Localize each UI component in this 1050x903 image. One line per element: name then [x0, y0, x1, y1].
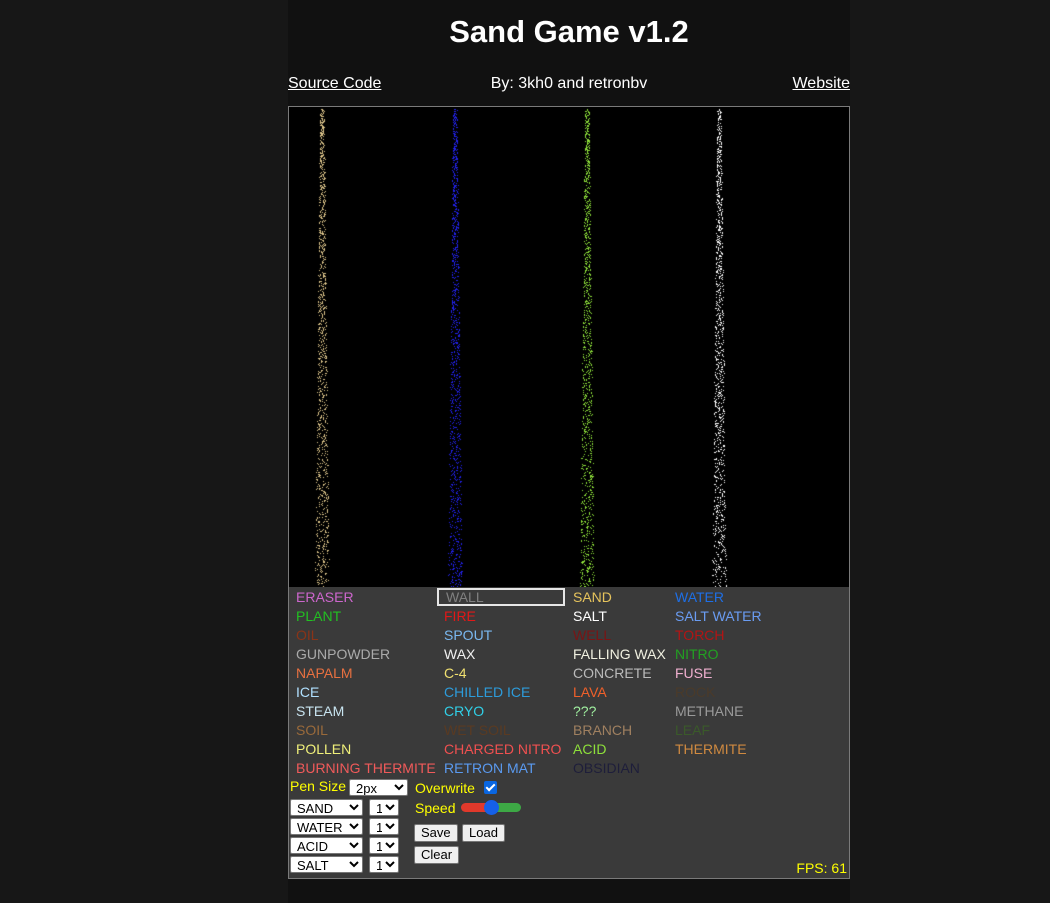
element-torch[interactable]: TORCH — [668, 626, 778, 644]
overwrite-label: Overwrite — [415, 780, 475, 796]
element-acid[interactable]: ACID — [566, 740, 666, 758]
element-steam[interactable]: STEAM — [289, 702, 435, 720]
element-wax[interactable]: WAX — [437, 645, 565, 663]
element-sand[interactable]: SAND — [566, 588, 666, 606]
spawner-count-select[interactable]: 1 — [369, 837, 399, 854]
element-fire[interactable]: FIRE — [437, 607, 565, 625]
element-concrete[interactable]: CONCRETE — [566, 664, 666, 682]
element-water[interactable]: WATER — [668, 588, 778, 606]
element-obsidian[interactable]: OBSIDIAN — [566, 759, 666, 777]
control-panel: ERASER WALL SAND WATER PLANT FIRE SALT SALT WAT… — [288, 587, 850, 879]
element-salt[interactable]: SALT — [566, 607, 666, 625]
element-retron-mat[interactable]: RETRON MAT — [437, 759, 565, 777]
element-oil[interactable]: OIL — [289, 626, 435, 644]
element-pollen[interactable]: POLLEN — [289, 740, 435, 758]
element-falling-wax[interactable]: FALLING WAX — [566, 645, 666, 663]
spawner-material-select[interactable]: ACID — [290, 837, 363, 854]
element-cryo[interactable]: CRYO — [437, 702, 565, 720]
speed-slider-thumb[interactable] — [484, 800, 499, 815]
spawner-count-select[interactable]: 1 — [369, 799, 399, 816]
spawner-count-select[interactable]: 1 — [369, 818, 399, 835]
element-ice[interactable]: ICE — [289, 683, 435, 701]
element-nitro[interactable]: NITRO — [668, 645, 778, 663]
element-chilled-ice[interactable]: CHILLED ICE — [437, 683, 565, 701]
element-plant[interactable]: PLANT — [289, 607, 435, 625]
pen-size-select[interactable]: 2px — [349, 779, 408, 796]
element-methane[interactable]: METHANE — [668, 702, 778, 720]
element-soil[interactable]: SOIL — [289, 721, 435, 739]
element-charged-nitro[interactable]: CHARGED NITRO — [437, 740, 565, 758]
load-button[interactable]: Load — [462, 824, 505, 842]
element-c-4[interactable]: C-4 — [437, 664, 565, 682]
fps-counter: FPS: 61 — [796, 860, 847, 876]
element-fuse[interactable]: FUSE — [668, 664, 778, 682]
element-leaf[interactable]: LEAF — [668, 721, 778, 739]
element-thermite[interactable]: THERMITE — [668, 740, 778, 758]
element-wall[interactable]: WALL — [437, 588, 565, 606]
clear-button[interactable]: Clear — [414, 846, 460, 864]
pen-size-label: Pen Size — [290, 778, 347, 794]
element-spout[interactable]: SPOUT — [437, 626, 565, 644]
overwrite-checkbox[interactable] — [484, 781, 497, 794]
speed-label: Speed — [415, 800, 456, 816]
page-title: Sand Game v1.2 — [449, 14, 689, 49]
spawner-material-select[interactable]: SAND — [290, 799, 363, 816]
element-eraser[interactable]: ERASER — [289, 588, 435, 606]
element-napalm[interactable]: NAPALM — [289, 664, 435, 682]
element-lava[interactable]: LAVA — [566, 683, 666, 701]
sand-canvas-frame — [288, 106, 850, 588]
save-button[interactable]: Save — [414, 824, 458, 842]
element-wet-soil[interactable]: WET SOIL — [437, 721, 565, 739]
element-rock[interactable]: ROCK — [668, 683, 778, 701]
spawner-material-select[interactable]: SALT — [290, 856, 363, 873]
website-link[interactable]: Website — [792, 75, 850, 93]
sand-canvas[interactable] — [289, 107, 849, 587]
element-salt-water[interactable]: SALT WATER — [668, 607, 778, 625]
byline: By: 3kh0 and retronbv — [490, 75, 648, 92]
element-branch[interactable]: BRANCH — [566, 721, 666, 739]
element-[interactable]: ??? — [566, 702, 666, 720]
spawner-material-select[interactable]: WATER — [290, 818, 363, 835]
element-gunpowder[interactable]: GUNPOWDER — [289, 645, 435, 663]
element-well[interactable]: WELL — [566, 626, 666, 644]
spawner-count-select[interactable]: 1 — [369, 856, 399, 873]
element-burning-thermite[interactable]: BURNING THERMITE — [289, 759, 436, 777]
